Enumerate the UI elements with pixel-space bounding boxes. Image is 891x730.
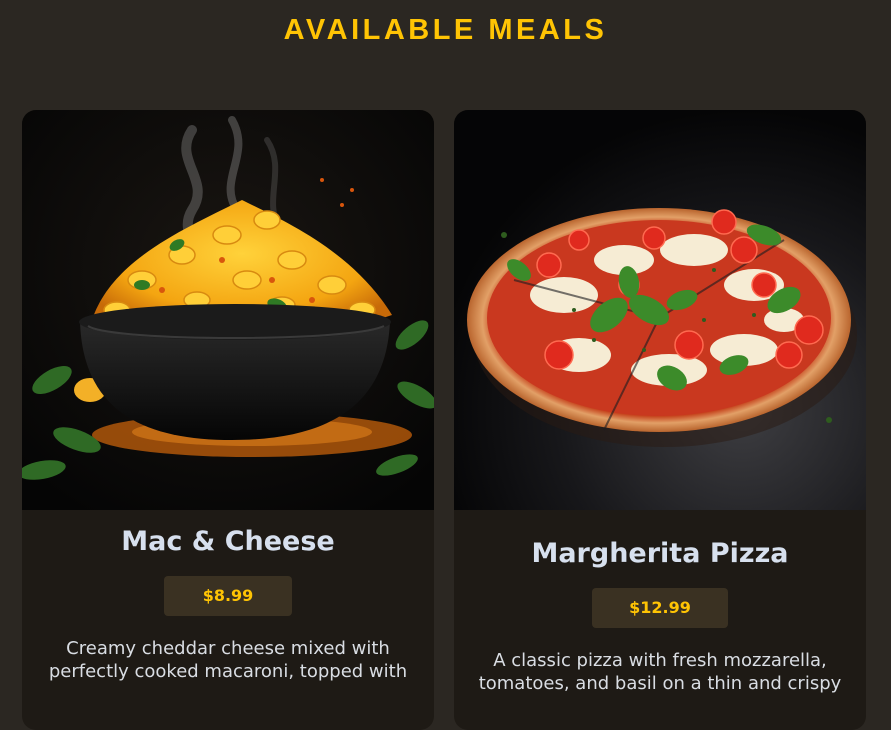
meal-image-mac-and-cheese (22, 110, 434, 510)
meal-image-margherita-pizza (454, 110, 866, 510)
meal-price: $12.99 (592, 588, 728, 628)
meal-name: Margherita Pizza (531, 538, 789, 569)
meal-card[interactable]: Mac & Cheese $8.99 Creamy cheddar cheese… (22, 110, 434, 730)
page-title: AVAILABLE MEALS (283, 14, 608, 46)
meal-description: A classic pizza with fresh mozzarella, t… (478, 650, 842, 694)
meal-price: $8.99 (164, 576, 292, 616)
meal-description: Creamy cheddar cheese mixed with perfect… (48, 638, 408, 682)
meal-name: Mac & Cheese (121, 526, 335, 557)
meal-card[interactable]: Margherita Pizza $12.99 A classic pizza … (454, 110, 866, 730)
